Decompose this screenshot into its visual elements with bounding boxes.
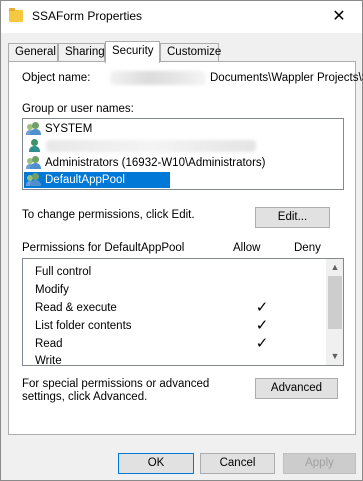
permission-name: Modify: [35, 284, 69, 296]
permission-name: Read: [35, 338, 63, 350]
permission-name: Full control: [35, 266, 92, 278]
edit-button[interactable]: Edit...: [255, 207, 330, 228]
deny-header: Deny: [294, 242, 321, 254]
permissions-list: Full control Modify Read & execute ✓ Lis…: [22, 258, 344, 366]
redacted-path: [110, 71, 206, 85]
apply-button[interactable]: Apply: [283, 453, 356, 474]
scroll-thumb[interactable]: [328, 276, 342, 329]
user-icon: [27, 139, 43, 153]
close-button[interactable]: ✕: [316, 1, 362, 33]
users-group-icon: [26, 122, 43, 136]
scroll-up-arrow-icon[interactable]: ▲: [327, 259, 343, 276]
permission-name: List folder contents: [35, 320, 132, 332]
allow-check-icon: ✓: [255, 317, 269, 334]
tab-customize[interactable]: Customize: [160, 43, 221, 62]
tab-sharing[interactable]: Sharing: [58, 43, 105, 62]
redacted-username: [46, 140, 256, 152]
title-bar: SSAForm Properties ✕: [1, 1, 362, 33]
list-item-label: SYSTEM: [45, 123, 93, 135]
folder-icon: [9, 8, 23, 22]
change-permissions-text: To change permissions, click Edit.: [22, 209, 195, 221]
window-title: SSAForm Properties: [32, 9, 143, 23]
list-item-redacted-user[interactable]: [24, 138, 342, 154]
list-item-system[interactable]: SYSTEM: [24, 121, 342, 137]
allow-check-icon: ✓: [255, 299, 269, 316]
permissions-header: Permissions for DefaultAppPool: [22, 242, 185, 254]
allow-check-icon: ✓: [255, 335, 269, 352]
group-user-list[interactable]: SYSTEM Administrators (16932-W10\Adminis…: [22, 118, 344, 190]
permission-row: Full control: [35, 263, 325, 281]
object-name-value: Documents\Wappler Projects\SS: [210, 72, 363, 84]
permission-row: Read ✓: [35, 335, 325, 353]
list-item-administrators[interactable]: Administrators (16932-W10\Administrators…: [24, 155, 342, 171]
tab-general[interactable]: General: [8, 43, 58, 62]
security-panel: Object name: Documents\Wappler Projects\…: [8, 61, 363, 435]
permission-row: Read & execute ✓: [35, 299, 325, 317]
permission-row: List folder contents ✓: [35, 317, 325, 335]
list-item-label: Administrators (16932-W10\Administrators…: [45, 157, 266, 169]
permission-row: Modify: [35, 281, 325, 299]
permissions-scrollbar[interactable]: ▲ ▼: [326, 259, 343, 365]
object-name-label: Object name:: [22, 72, 91, 84]
advanced-button[interactable]: Advanced: [255, 378, 338, 399]
permission-name: Read & execute: [35, 302, 117, 314]
allow-header: Allow: [233, 242, 261, 254]
permission-row: Write: [35, 352, 325, 366]
group-names-label: Group or user names:: [22, 103, 134, 115]
cancel-button[interactable]: Cancel: [200, 453, 275, 474]
list-item-label: DefaultAppPool: [45, 174, 125, 186]
properties-dialog: SSAForm Properties ✕ General Sharing Sec…: [0, 0, 363, 481]
list-item-defaultapppool[interactable]: DefaultAppPool: [24, 172, 170, 188]
special-permissions-text: For special permissions or advanced sett…: [22, 378, 210, 403]
users-group-icon: [26, 173, 43, 187]
permission-name: Write: [35, 355, 62, 366]
users-group-icon: [26, 156, 43, 170]
tab-security[interactable]: Security: [105, 41, 160, 63]
scroll-down-arrow-icon[interactable]: ▼: [327, 348, 343, 365]
ok-button[interactable]: OK: [118, 453, 194, 474]
